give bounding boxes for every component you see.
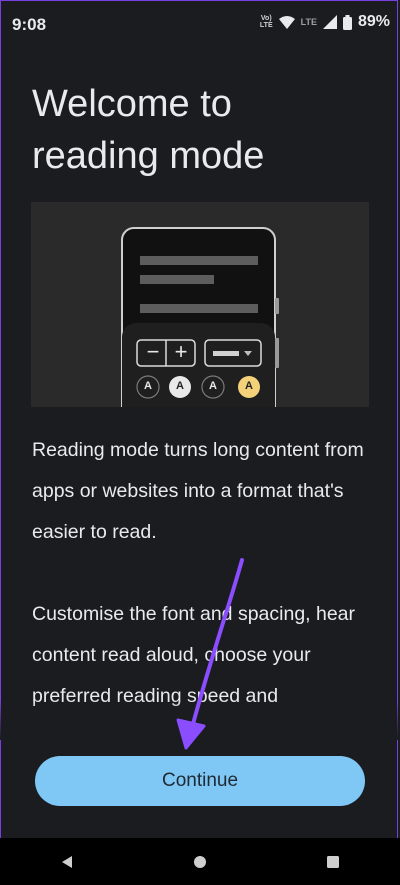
- scroll-fade: [0, 700, 400, 740]
- font-option-4: A: [245, 380, 253, 392]
- recents-square-icon: [327, 855, 340, 868]
- minus-symbol: −: [146, 339, 160, 364]
- phone-mockup: [121, 227, 279, 407]
- reading-mode-illustration: − + A A A A: [31, 202, 369, 407]
- battery-icon: [342, 14, 352, 30]
- nav-home-button[interactable]: [180, 842, 220, 882]
- back-triangle-icon: [61, 855, 72, 868]
- system-nav-bar: [0, 838, 400, 885]
- features-paragraph: Customise the font and spacing, hear con…: [32, 603, 356, 707]
- font-option-3: A: [209, 380, 217, 392]
- font-option-2: A: [176, 380, 184, 392]
- home-circle-icon: [193, 855, 206, 868]
- nav-back-button[interactable]: [47, 842, 87, 882]
- plus-symbol: +: [174, 339, 188, 364]
- intro-paragraph: Reading mode turns long content from app…: [32, 439, 364, 543]
- status-bar: 9:08 Vo) LTE LTE 89%: [0, 0, 400, 50]
- nav-recents-button[interactable]: [313, 842, 353, 882]
- volte-indicator: Vo) LTE: [259, 15, 273, 29]
- font-option-1: A: [144, 380, 152, 392]
- status-icons: Vo) LTE LTE 89%: [260, 13, 390, 31]
- signal-icon: [322, 15, 337, 29]
- wifi-icon: [278, 15, 295, 29]
- continue-button[interactable]: Continue: [35, 756, 365, 806]
- lte-label: LTE: [300, 17, 317, 27]
- status-time: 9:08: [12, 15, 47, 34]
- page-title: Welcome to reading mode: [32, 83, 265, 177]
- battery-percent: 89%: [357, 13, 390, 30]
